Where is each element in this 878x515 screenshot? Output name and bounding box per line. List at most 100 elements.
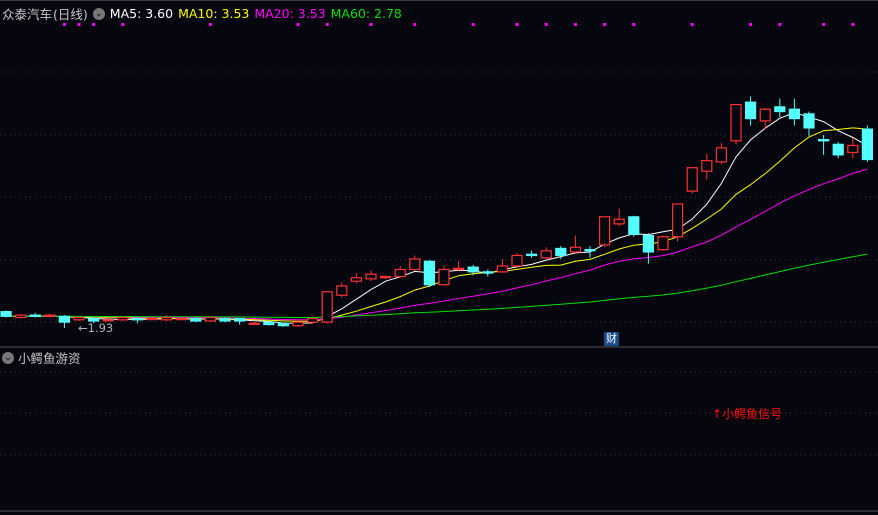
candle-body [496,265,508,273]
candle [263,320,275,326]
signal-marker [822,23,826,26]
candle [409,255,421,271]
candle-body [161,316,173,321]
candle [394,265,406,278]
candle-body [29,314,41,317]
ma5-value: MA5: 3.60 [109,6,174,21]
candle [832,141,844,159]
candle [686,167,698,194]
candle [336,282,348,298]
signal-marker [208,23,212,26]
candle-body [394,268,406,278]
candle-body [759,108,771,122]
signal-marker [471,23,475,26]
candle [161,315,173,321]
candle-body [15,314,27,319]
candle [744,96,757,126]
candle-body [598,216,611,246]
ma10-value: MA10: 3.53 [178,6,250,21]
period-label: (日线) [53,7,88,22]
low-price-marker: ←1.93 [78,321,114,335]
candle-body [730,103,742,142]
candle [15,313,27,319]
candle [598,216,611,248]
candle-body [817,139,830,142]
kline-chart[interactable] [0,0,878,515]
signal-marker [121,23,125,26]
candle [219,317,231,323]
candle-body [350,277,362,282]
candle [234,318,246,325]
candle [0,310,12,318]
signal-marker [851,23,855,26]
candle [511,253,523,268]
candle [803,111,815,137]
chevron-down-icon[interactable]: ⌄ [2,351,14,364]
ma-lines [5,111,868,324]
candle-body [540,250,552,259]
signal-marker [778,23,782,26]
ma5-line [5,111,868,324]
candle [861,125,874,162]
candle-body [321,291,333,323]
candle-body [277,322,289,327]
signal-marker [77,23,81,26]
candle [715,143,728,165]
ma10-line [5,127,868,322]
signal-marker [603,23,607,26]
candle-body [58,315,71,323]
candle [613,208,625,227]
finance-badge[interactable]: 财 [604,332,619,346]
signal-marker [749,23,753,26]
grid [0,71,878,456]
candle [248,322,260,325]
ma60-value: MA60: 2.78 [330,6,402,21]
candle [117,316,129,321]
candle-body [204,316,216,322]
candle [730,103,742,145]
candle-body [263,321,275,326]
signal-markers [62,23,855,26]
candle [482,269,494,277]
ma20-line [5,168,868,321]
candle [29,312,41,318]
candle-body [525,253,538,257]
candle [642,233,655,264]
candle [190,317,202,323]
candle-body [336,285,348,296]
candle [365,270,377,282]
candle-body [715,147,728,163]
candle-body [555,247,567,257]
candle [496,258,508,274]
candle [525,250,538,258]
candle [671,203,684,242]
candle [453,261,465,271]
candle [774,98,786,118]
candle-body [686,167,698,192]
chevron-down-icon[interactable]: ⌄ [92,7,105,20]
candle [58,315,71,328]
signal-marker [369,23,373,26]
signal-marker [92,23,96,26]
signal-marker [413,23,417,26]
candle-body [569,246,582,253]
candle-body [190,318,202,322]
candle-body [234,318,246,322]
candle-body [467,266,479,273]
signal-marker [515,23,519,26]
ma20-value: MA20: 3.53 [254,6,326,21]
stock-name: 众泰汽车 [2,7,53,22]
candle-body [803,113,815,129]
candle-body [861,128,874,161]
candle-body [671,203,684,238]
candle-body [73,316,85,321]
sub-panel-header: ⌄ 小鳄鱼游资 [2,348,81,367]
candle [380,275,392,279]
candle-body [584,249,596,252]
candle [277,322,289,327]
up-arrow-icon: ↑ [712,407,723,421]
candle [438,265,450,286]
candle-body [657,236,669,251]
candle-body [44,314,56,317]
candle-body [146,318,158,321]
